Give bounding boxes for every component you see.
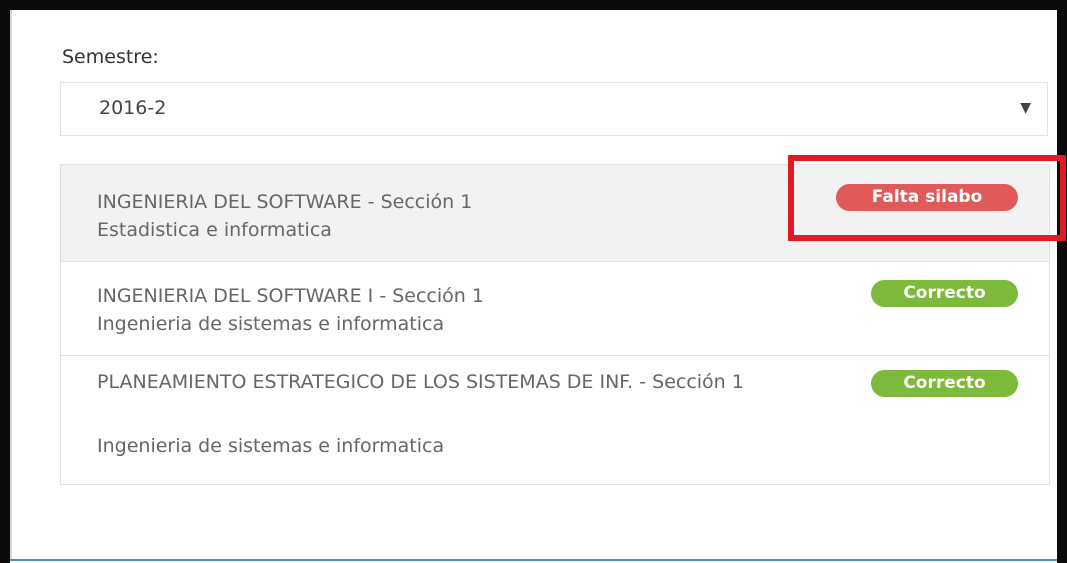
panel-bottom-edge: [10, 559, 1057, 561]
semester-select-value: 2016-2: [99, 97, 167, 119]
course-title: PLANEAMIENTO ESTRATEGICO DE LOS SISTEMAS…: [97, 371, 744, 393]
course-list-item[interactable]: INGENIERIA DEL SOFTWARE I - Sección 1 In…: [61, 262, 1049, 356]
annotation-highlight-box: [788, 155, 1066, 241]
course-faculty: Ingenieria de sistemas e informatica: [97, 435, 445, 457]
panel-left-edge: [10, 10, 12, 559]
status-badge: Correcto: [871, 370, 1018, 397]
frame-right-border: [1057, 8, 1067, 563]
caret-down-icon: ▼: [1020, 100, 1031, 116]
course-faculty: Estadistica e informatica: [97, 219, 332, 241]
status-badge: Correcto: [871, 280, 1018, 307]
frame-left-border: [0, 0, 10, 563]
course-list-item[interactable]: PLANEAMIENTO ESTRATEGICO DE LOS SISTEMAS…: [61, 356, 1049, 484]
frame-top-border: [0, 0, 1067, 10]
course-faculty: Ingenieria de sistemas e informatica: [97, 313, 445, 335]
semester-label: Semestre:: [62, 46, 159, 68]
semester-select[interactable]: 2016-2 ▼: [60, 82, 1048, 136]
